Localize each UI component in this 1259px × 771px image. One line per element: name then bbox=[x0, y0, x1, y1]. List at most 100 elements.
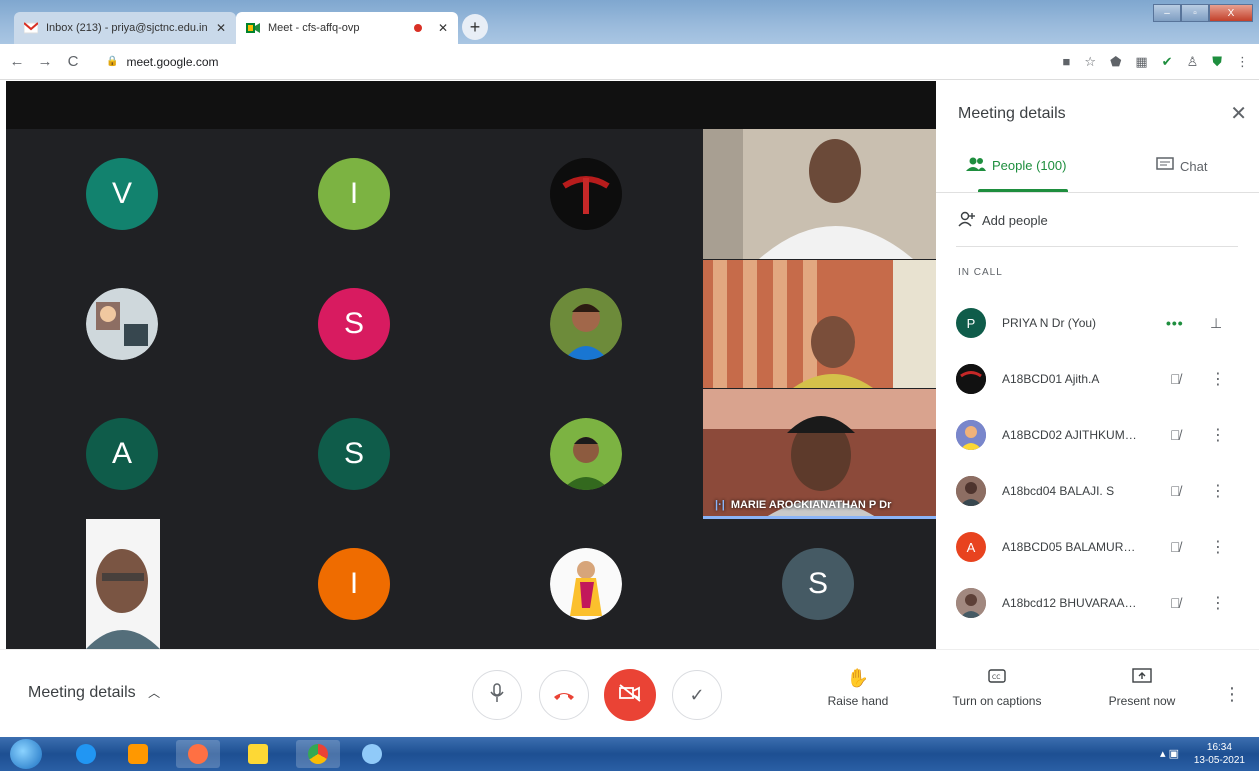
participant-row[interactable]: A18bcd12 BHUVARAAG... 🎙̸ ⋮ bbox=[956, 583, 1256, 623]
minimize-button[interactable]: – bbox=[1153, 4, 1181, 22]
back-button[interactable]: ← bbox=[6, 53, 28, 70]
participant-tile[interactable] bbox=[470, 129, 702, 259]
active-speaker-video[interactable]: |·| MARIE AROCKIANATHAN P Dr bbox=[703, 389, 936, 519]
chat-icon bbox=[1156, 157, 1174, 176]
participant-tile[interactable] bbox=[6, 519, 238, 649]
participant-tile[interactable] bbox=[6, 259, 238, 389]
avatar-photo bbox=[550, 418, 622, 490]
taskbar-media[interactable] bbox=[116, 740, 160, 768]
participant-row[interactable]: P PRIYA N Dr (You) ••• ⊥ bbox=[956, 303, 1256, 343]
add-people-button[interactable]: Add people bbox=[958, 211, 1048, 230]
tab-meet[interactable]: Meet - cfs-affq-ovp ✕ bbox=[236, 12, 458, 44]
internet-explorer-icon bbox=[76, 744, 96, 764]
lock-icon: 🔒 bbox=[106, 56, 119, 67]
participant-tile[interactable]: S bbox=[238, 389, 470, 519]
participant-video[interactable] bbox=[703, 129, 936, 259]
present-now-button[interactable]: Present now bbox=[1098, 668, 1186, 708]
participant-tile[interactable]: V bbox=[6, 129, 238, 259]
meeting-details-panel: Meeting details ✕ People (100) Chat Add … bbox=[936, 81, 1259, 649]
participant-tile[interactable]: S bbox=[238, 259, 470, 389]
reload-button[interactable]: C bbox=[62, 53, 84, 70]
meeting-details-button[interactable]: Meeting details ︿ bbox=[28, 684, 160, 702]
more-options-icon[interactable]: ⋮ bbox=[1210, 369, 1226, 389]
taskbar-ie[interactable] bbox=[64, 740, 108, 768]
tab-people[interactable]: People (100) bbox=[966, 157, 1066, 174]
participant-tile[interactable]: I bbox=[238, 129, 470, 259]
window-close-button[interactable]: X bbox=[1209, 4, 1253, 22]
avatar: I bbox=[318, 548, 390, 620]
more-options-icon[interactable]: ⋮ bbox=[1210, 425, 1226, 445]
chrome-icon bbox=[308, 744, 328, 764]
url-field[interactable]: meet.google.com bbox=[126, 55, 218, 69]
audio-wave-icon: |·| bbox=[715, 499, 725, 511]
mic-off-icon[interactable]: 🎙̸ bbox=[1170, 595, 1181, 611]
participant-row[interactable]: A18BCD02 AJITHKUMA... 🎙̸ ⋮ bbox=[956, 415, 1256, 455]
maximize-button[interactable]: ▫ bbox=[1181, 4, 1209, 22]
more-options-icon[interactable]: ⋮ bbox=[1210, 481, 1226, 501]
mic-off-icon[interactable]: 🎙̸ bbox=[1170, 483, 1181, 499]
more-options-icon[interactable]: ⋮ bbox=[1210, 537, 1226, 557]
pin-icon[interactable]: ⊥ bbox=[1210, 315, 1222, 332]
close-icon[interactable]: ✕ bbox=[438, 21, 448, 35]
extension-shield-icon[interactable]: ⛊ bbox=[1212, 54, 1222, 70]
microphone-button[interactable] bbox=[472, 670, 522, 720]
menu-icon[interactable]: ⋮ bbox=[1236, 54, 1249, 70]
clock-time: 16:34 bbox=[1206, 742, 1232, 753]
more-options-icon[interactable]: ⋮ bbox=[1223, 684, 1241, 705]
taskbar-explorer[interactable] bbox=[236, 740, 280, 768]
in-call-heading: IN CALL bbox=[958, 267, 1003, 278]
more-options-icon[interactable]: ⋮ bbox=[1210, 593, 1226, 613]
leave-call-button[interactable] bbox=[539, 670, 589, 720]
captions-icon: CC bbox=[940, 668, 1054, 694]
grid-icon[interactable]: ▦ bbox=[1135, 54, 1147, 70]
paint-icon bbox=[362, 744, 382, 764]
taskbar-paint[interactable] bbox=[350, 740, 394, 768]
camera-button[interactable] bbox=[604, 669, 656, 721]
participant-row[interactable]: A A18BCD05 BALAMURU... 🎙̸ ⋮ bbox=[956, 527, 1256, 567]
tab-title: Meet - cfs-affq-ovp bbox=[268, 22, 360, 34]
attendance-button[interactable]: ✓ bbox=[672, 670, 722, 720]
profile-icon[interactable]: ♙ bbox=[1187, 54, 1199, 70]
forward-button[interactable]: → bbox=[34, 53, 56, 70]
raise-hand-button[interactable]: ✋ Raise hand bbox=[818, 668, 898, 708]
start-button[interactable] bbox=[10, 739, 42, 769]
participant-name: PRIYA N Dr (You) bbox=[1002, 316, 1097, 330]
clock[interactable]: 16:34 13-05-2021 bbox=[1194, 741, 1245, 767]
mic-off-icon[interactable]: 🎙̸ bbox=[1170, 371, 1181, 387]
participant-tile[interactable] bbox=[470, 259, 702, 389]
participant-tile[interactable]: A bbox=[6, 389, 238, 519]
microphone-icon bbox=[490, 682, 504, 708]
new-tab-button[interactable]: + bbox=[462, 14, 488, 40]
speaking-highlight bbox=[703, 516, 936, 519]
participant-tile[interactable]: I bbox=[238, 519, 470, 649]
participant-tile[interactable] bbox=[470, 389, 702, 519]
mic-off-icon[interactable]: 🎙̸ bbox=[1170, 427, 1181, 443]
taskbar-chrome[interactable] bbox=[296, 740, 340, 768]
avatar-photo bbox=[550, 288, 622, 360]
participant-tile[interactable] bbox=[470, 519, 702, 649]
close-icon[interactable]: ✕ bbox=[216, 21, 226, 35]
participant-tile[interactable]: S bbox=[702, 519, 934, 649]
mic-off-icon[interactable]: 🎙̸ bbox=[1170, 539, 1181, 555]
avatar bbox=[956, 364, 986, 394]
star-icon[interactable]: ☆ bbox=[1084, 54, 1096, 70]
avatar: S bbox=[318, 288, 390, 360]
participant-video bbox=[86, 519, 160, 649]
tab-chat[interactable]: Chat bbox=[1156, 157, 1207, 176]
participant-video[interactable] bbox=[703, 260, 936, 388]
media-player-icon bbox=[128, 744, 148, 764]
participant-name: A18BCD05 BALAMURU... bbox=[1002, 540, 1142, 554]
tab-gmail[interactable]: Inbox (213) - priya@sjctnc.edu.in ✕ bbox=[14, 12, 236, 44]
folder-icon bbox=[248, 744, 268, 764]
system-tray[interactable]: ▴ ▣ bbox=[1160, 747, 1179, 760]
camera-icon[interactable]: ■ bbox=[1063, 54, 1071, 70]
captions-button[interactable]: CC Turn on captions bbox=[940, 668, 1054, 708]
taskbar-app[interactable] bbox=[176, 740, 220, 768]
shield-icon[interactable]: ⬟ bbox=[1110, 54, 1121, 70]
avatar: S bbox=[782, 548, 854, 620]
participant-row[interactable]: A18BCD01 Ajith.A 🎙̸ ⋮ bbox=[956, 359, 1256, 399]
tab-people-label: People (100) bbox=[992, 158, 1067, 173]
participant-row[interactable]: A18bcd04 BALAJI. S 🎙̸ ⋮ bbox=[956, 471, 1256, 511]
check-icon[interactable]: ✔ bbox=[1162, 54, 1173, 70]
close-icon[interactable]: ✕ bbox=[1230, 101, 1247, 126]
